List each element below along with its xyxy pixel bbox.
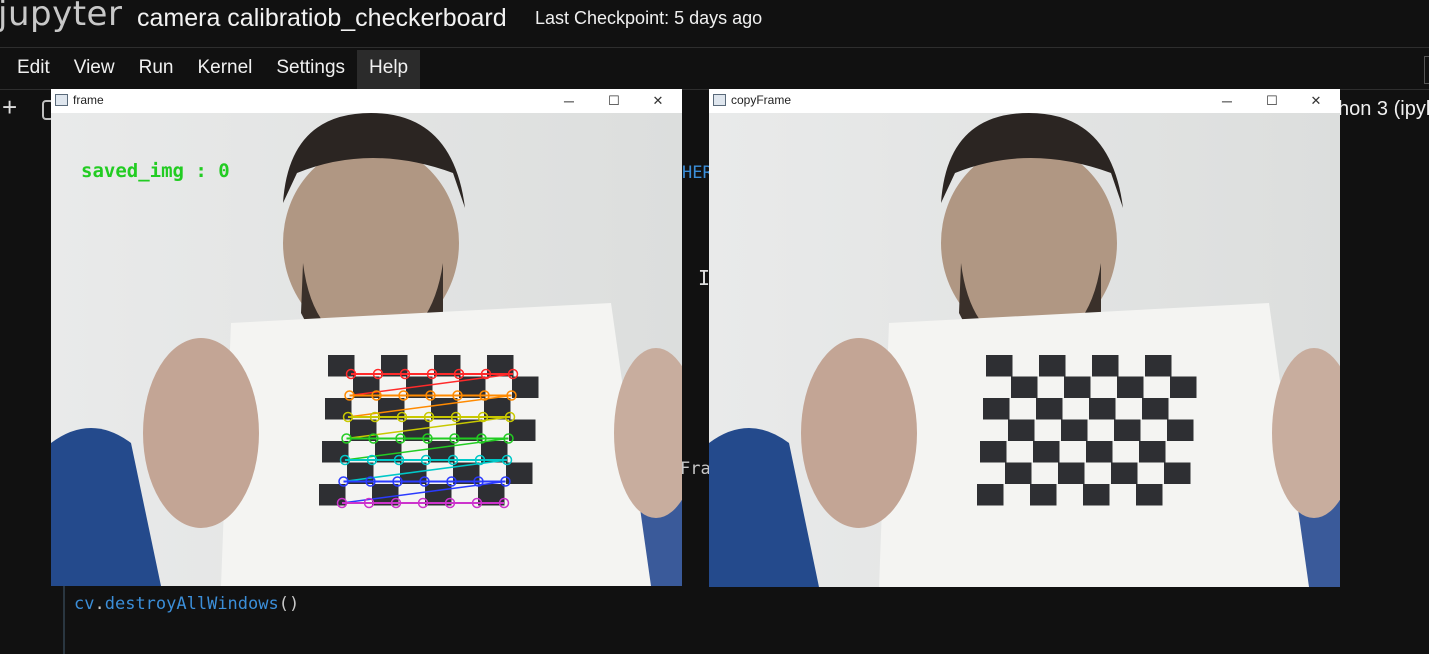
checker-square	[1086, 441, 1113, 463]
checker-square	[319, 484, 346, 506]
checker-square	[1083, 484, 1110, 506]
hand-left	[801, 338, 917, 528]
close-icon[interactable]: ✕	[648, 91, 668, 111]
saved-image-counter: saved_img : 0	[81, 160, 230, 182]
checker-square	[325, 398, 352, 420]
checker-square	[1039, 355, 1066, 377]
menu-settings[interactable]: Settings	[264, 50, 357, 90]
copyframe-image-canvas	[709, 113, 1340, 587]
code-token-dot: .	[94, 594, 105, 614]
frame-image-canvas: saved_img : 0	[51, 113, 682, 586]
checker-square	[1145, 355, 1172, 377]
menu-bar: Edit View Run Kernel Settings Help	[0, 50, 421, 90]
checker-square	[1117, 376, 1144, 398]
checker-square	[1139, 441, 1166, 463]
close-icon[interactable]: ✕	[1306, 91, 1326, 111]
checker-square	[1011, 376, 1038, 398]
checker-square	[322, 441, 349, 463]
checker-square	[1008, 419, 1035, 441]
checker-square	[1111, 462, 1138, 484]
checker-square	[1164, 462, 1191, 484]
menu-edit[interactable]: Edit	[0, 50, 62, 90]
checkpoint-status: Last Checkpoint: 5 days ago	[535, 8, 763, 28]
window-app-icon	[713, 94, 726, 106]
checker-square	[1089, 398, 1116, 420]
checker-square	[1170, 376, 1197, 398]
code-line-destroy[interactable]: cv.destroyAllWindows()	[74, 594, 299, 614]
copyframe-window[interactable]: copyFrame ─ ☐ ✕	[709, 89, 1340, 587]
checker-square	[328, 355, 355, 377]
minimize-icon[interactable]: ─	[1217, 91, 1237, 111]
checker-square	[1036, 398, 1063, 420]
copyframe-window-title: copyFrame	[731, 93, 792, 107]
menu-help[interactable]: Help	[357, 50, 421, 90]
maximize-icon[interactable]: ☐	[604, 91, 624, 111]
code-token-cv: cv	[74, 594, 95, 614]
toolbar-edge	[1424, 56, 1429, 84]
menu-run[interactable]: Run	[127, 50, 186, 90]
hand-left	[143, 338, 259, 528]
checker-square	[1114, 419, 1141, 441]
kernel-name[interactable]: hon 3 (ipyk	[1338, 98, 1429, 121]
menu-kernel[interactable]: Kernel	[185, 50, 264, 90]
jupyter-logo[interactable]: jupyter	[0, 0, 122, 34]
checker-square	[1061, 419, 1088, 441]
checker-square	[980, 441, 1007, 463]
code-token-function: destroyAllWindows	[104, 594, 279, 614]
checker-square	[1142, 398, 1169, 420]
checker-square	[1005, 462, 1032, 484]
checker-square	[1092, 355, 1119, 377]
menu-view[interactable]: View	[62, 50, 127, 90]
copyframe-titlebar[interactable]: copyFrame ─ ☐ ✕	[709, 89, 1340, 113]
checker-square	[986, 355, 1013, 377]
notebook-title[interactable]: camera calibratiob_checkerboard	[137, 4, 507, 33]
frame-window[interactable]: frame ─ ☐ ✕ saved_img : 0	[51, 89, 682, 586]
checker-square	[1030, 484, 1057, 506]
checker-square	[983, 398, 1010, 420]
checker-square	[977, 484, 1004, 506]
checker-square	[1064, 376, 1091, 398]
copyframe-image	[709, 113, 1340, 587]
add-cell-icon[interactable]: +	[2, 92, 17, 123]
checker-square	[1136, 484, 1163, 506]
code-fragment-fra: Fra	[680, 459, 711, 479]
checker-square	[1167, 419, 1194, 441]
code-token-parens: ()	[278, 594, 300, 614]
checker-square	[1058, 462, 1085, 484]
minimize-icon[interactable]: ─	[559, 91, 579, 111]
frame-titlebar[interactable]: frame ─ ☐ ✕	[51, 89, 682, 113]
frame-image: saved_img : 0	[51, 113, 682, 586]
frame-window-title: frame	[73, 93, 104, 107]
header-divider	[0, 47, 1429, 48]
window-app-icon	[55, 94, 68, 106]
maximize-icon[interactable]: ☐	[1262, 91, 1282, 111]
checker-square	[1033, 441, 1060, 463]
cell-left-border	[63, 584, 65, 654]
